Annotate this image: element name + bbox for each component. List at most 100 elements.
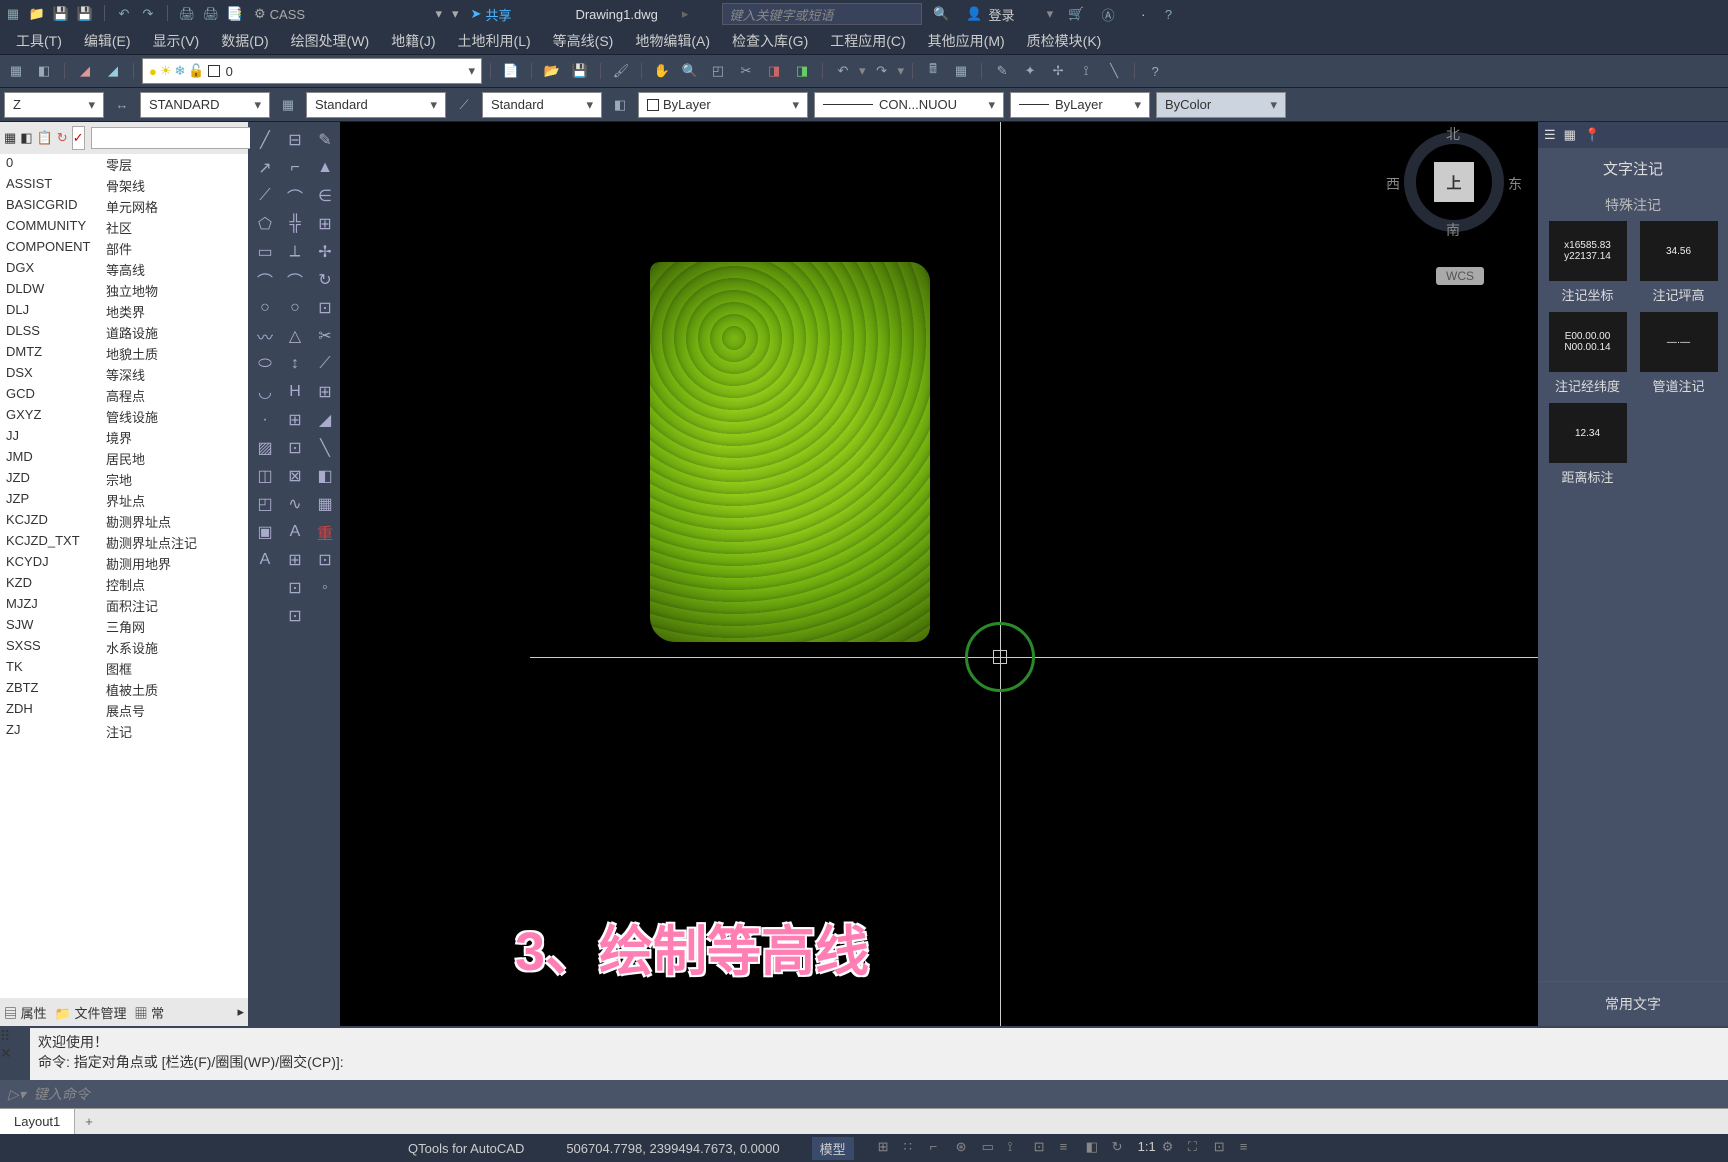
layer-row[interactable]: ZBTZ植被土质 — [0, 679, 248, 700]
layer-row[interactable]: SXSS水系设施 — [0, 637, 248, 658]
tb-b-icon[interactable]: ◧ — [32, 59, 56, 83]
lp-attr-tab[interactable]: ▤ 属性 — [4, 1003, 47, 1022]
layer-row[interactable]: JZP界址点 — [0, 490, 248, 511]
m8-icon[interactable]: △ — [283, 324, 307, 348]
rp-item[interactable]: E00.00.00N00.00.14注记经纬度 — [1546, 312, 1629, 395]
layer-list[interactable]: 0零层ASSIST骨架线BASICGRID单元网格COMMUNITY社区COMP… — [0, 154, 248, 998]
pan2-icon[interactable]: ✢ — [1046, 59, 1070, 83]
m11-icon[interactable]: ⊞ — [283, 408, 307, 432]
sb-iso-icon[interactable]: ⊡ — [1214, 1139, 1234, 1157]
saveas-icon[interactable]: 💾 — [76, 5, 94, 23]
open2-icon[interactable]: 📂 — [540, 59, 564, 83]
pline-icon[interactable]: ⟋ — [253, 184, 277, 208]
m16-icon[interactable]: ⊞ — [283, 548, 307, 572]
search-input[interactable]: 键入关键字或短语 — [722, 3, 922, 25]
x2-icon[interactable]: ◨ — [790, 59, 814, 83]
sb-cycle-icon[interactable]: ↻ — [1112, 1139, 1132, 1157]
rp-pin-icon[interactable]: 📍 — [1584, 127, 1600, 143]
line-icon[interactable]: ╱ — [253, 128, 277, 152]
status-model[interactable]: 模型 — [812, 1137, 854, 1160]
table-icon[interactable]: ▦ — [949, 59, 973, 83]
region-icon[interactable]: ◫ — [253, 464, 277, 488]
layer-props-icon[interactable]: ◢ — [73, 59, 97, 83]
e15-icon[interactable]: 重 — [313, 520, 337, 544]
plotstyle-dropdown[interactable]: ByColor▾ — [1156, 92, 1286, 118]
menu-data[interactable]: 数据(D) — [221, 31, 268, 51]
drawing-canvas[interactable]: 上 北 南 东 西 WCS 3、绘制等高线 — [340, 122, 1538, 1026]
sb-menu-icon[interactable]: ≡ — [1240, 1139, 1260, 1157]
mleader-dropdown[interactable]: Standard▾ — [482, 92, 602, 118]
layer-row[interactable]: DGX等高线 — [0, 259, 248, 280]
layer-row[interactable]: COMMUNITY社区 — [0, 217, 248, 238]
layer-row[interactable]: ZDH展点号 — [0, 700, 248, 721]
m15-icon[interactable]: A — [283, 520, 307, 544]
layer-states-icon[interactable]: ◢ — [101, 59, 125, 83]
zoom-icon[interactable]: 🔍 — [678, 59, 702, 83]
lp-tab1-icon[interactable]: ▦ — [4, 126, 16, 150]
sb-osnap-icon[interactable]: ▭ — [982, 1139, 1002, 1157]
command-input[interactable]: ▷▾ 键入命令 — [0, 1080, 1728, 1108]
m1-icon[interactable]: ⊟ — [283, 128, 307, 152]
arc-icon[interactable]: ⌒ — [253, 268, 277, 292]
layer-row[interactable]: KCJZD_TXT勘测界址点注记 — [0, 532, 248, 553]
menu-land[interactable]: 土地利用(L) — [458, 31, 531, 51]
m18-icon[interactable]: ⊡ — [283, 604, 307, 628]
lp-refresh-icon[interactable]: ↻ — [57, 126, 68, 150]
tb-a-icon[interactable]: ▦ — [4, 59, 28, 83]
e7-icon[interactable]: ⊡ — [313, 296, 337, 320]
save-icon[interactable]: 💾 — [52, 5, 70, 23]
lp-tab3-icon[interactable]: 📋 — [37, 126, 53, 150]
menu-draw[interactable]: 绘图处理(W) — [291, 31, 370, 51]
rp-item[interactable]: —·—管道注记 — [1637, 312, 1720, 395]
layer-row[interactable]: MJZJ面积注记 — [0, 595, 248, 616]
layer-dropdown[interactable]: ● ☀ ❄ 🔓 0 ▾ — [142, 58, 482, 84]
3d-icon[interactable]: ▣ — [253, 520, 277, 544]
rp-item[interactable]: 34.56注记坪高 — [1637, 221, 1720, 304]
menu-tools[interactable]: 工具(T) — [16, 31, 62, 51]
help-icon[interactable]: ? — [1159, 5, 1177, 23]
menu-edit[interactable]: 编辑(E) — [84, 31, 131, 51]
lp-file-tab[interactable]: 📁 文件管理 — [55, 1003, 127, 1022]
plot-icon[interactable]: 📑 — [226, 5, 244, 23]
polygon-icon[interactable]: ⬠ — [253, 212, 277, 236]
layer-row[interactable]: KCJZD勘测界址点 — [0, 511, 248, 532]
sb-trans-icon[interactable]: ◧ — [1086, 1139, 1106, 1157]
login-button[interactable]: 👤 登录 — [966, 5, 1014, 24]
m2-icon[interactable]: ⌐ — [283, 156, 307, 180]
layer-row[interactable]: COMPONENT部件 — [0, 238, 248, 259]
layer-row[interactable]: DLDW独立地物 — [0, 280, 248, 301]
text-icon[interactable]: A — [253, 548, 277, 572]
circle-icon[interactable]: ○ — [253, 296, 277, 320]
save2-icon[interactable]: 💾 — [568, 59, 592, 83]
layer-row[interactable]: DLSS道路设施 — [0, 322, 248, 343]
e4-icon[interactable]: ⊞ — [313, 212, 337, 236]
move-icon[interactable]: ✦ — [1018, 59, 1042, 83]
menu-check[interactable]: 检查入库(G) — [732, 31, 808, 51]
lp-search-input[interactable] — [91, 127, 270, 149]
e13-icon[interactable]: ◧ — [313, 464, 337, 488]
layer-row[interactable]: BASICGRID单元网格 — [0, 196, 248, 217]
m10-icon[interactable]: H — [283, 380, 307, 404]
ruler-icon[interactable]: ╲ — [1102, 59, 1126, 83]
pan-icon[interactable]: ✋ — [650, 59, 674, 83]
workspace-selector[interactable]: ⚙ CASS ▾ — [248, 4, 448, 24]
e14-icon[interactable]: ▦ — [313, 492, 337, 516]
lp-check-icon[interactable]: ✓ — [72, 126, 85, 150]
m6-icon[interactable]: ⌒ — [283, 268, 307, 292]
e6-icon[interactable]: ↻ — [313, 268, 337, 292]
e17-icon[interactable]: ◦ — [313, 576, 337, 600]
menu-engineering[interactable]: 工程应用(C) — [830, 31, 905, 51]
sb-lw-icon[interactable]: ≡ — [1060, 1139, 1080, 1157]
search-icon[interactable]: 🔍 — [932, 5, 950, 23]
sb-snap-icon[interactable]: ∷ — [904, 1139, 924, 1157]
wcs-label[interactable]: WCS — [1436, 267, 1484, 285]
rp-list-icon[interactable]: ☰ — [1544, 127, 1556, 143]
undo2-icon[interactable]: ↶ — [831, 59, 855, 83]
m4-icon[interactable]: ╬ — [283, 212, 307, 236]
sb-track-icon[interactable]: ⟟ — [1008, 1139, 1028, 1157]
sb-dyn-icon[interactable]: ⊡ — [1034, 1139, 1054, 1157]
rp-item[interactable]: 12.34距离标注 — [1546, 403, 1629, 486]
dim-icon[interactable]: ⟟ — [1074, 59, 1098, 83]
layer-row[interactable]: 0零层 — [0, 154, 248, 175]
m3-icon[interactable]: ⌒ — [283, 184, 307, 208]
